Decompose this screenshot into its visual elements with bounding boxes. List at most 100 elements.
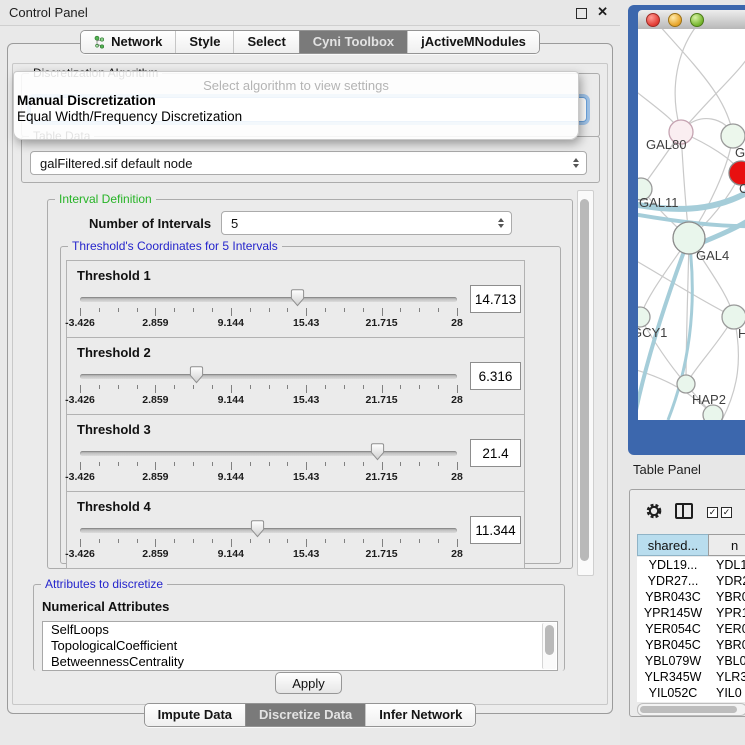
attribute-item-selfloops[interactable]: SelfLoops (43, 622, 557, 638)
slider-scale-label: 15.43 (293, 317, 319, 329)
tab-style[interactable]: Style (175, 31, 233, 53)
threshold-4-slider[interactable] (80, 528, 457, 533)
settings-scrollbar-thumb[interactable] (580, 199, 589, 561)
top-tab-bar: Network StyleSelectCyni Toolbox jActiveMNo… (0, 30, 620, 54)
threshold-1-value-field[interactable]: 14.713 (470, 285, 521, 313)
table-horizontal-scrollbar[interactable] (637, 703, 745, 716)
thresholds-group-title: Threshold's Coordinates for 5 Intervals (68, 239, 282, 253)
algorithm-option-manual-discretization[interactable]: Manual Discretization (14, 93, 578, 109)
threshold-2-panel: Threshold 2-3.4262.8599.14415.4321.71528… (66, 337, 525, 415)
network-window-titlebar[interactable] (638, 10, 745, 30)
network-node[interactable] (677, 375, 695, 393)
table-data-group: Table Data galFiltered.sif default node (21, 136, 600, 183)
threshold-1-slider[interactable] (80, 297, 457, 302)
tab-label: jActiveMNodules (421, 34, 526, 49)
slider-scale-label: 9.144 (218, 548, 244, 560)
cell-shared-name: YER054C (637, 622, 709, 636)
attributes-list-scrollbar-thumb[interactable] (545, 625, 554, 655)
table-row[interactable]: YBL079WYBL0 (637, 653, 745, 669)
tab-label: Infer Network (379, 707, 462, 722)
threshold-4-slider-thumb[interactable] (250, 520, 265, 541)
threshold-3-slider[interactable] (80, 451, 457, 456)
close-icon[interactable]: ✕ (597, 4, 608, 20)
algorithm-option-equal-width-frequency-discretization[interactable]: Equal Width/Frequency Discretization (14, 109, 578, 125)
attributes-group-title: Attributes to discretize (41, 577, 167, 591)
table-row[interactable]: YDL19...YDL1 (637, 557, 745, 573)
threshold-3-slider-thumb[interactable] (370, 443, 385, 464)
numerical-attributes-list[interactable]: SelfLoopsTopologicalCoefficientBetweenne… (42, 621, 558, 671)
threshold-1-slider-thumb[interactable] (290, 289, 305, 310)
table-row[interactable]: YBR043CYBR0 (637, 589, 745, 605)
algorithm-popup-prompt: Select algorithm to view settings (14, 78, 578, 93)
attributes-list-scrollbar[interactable] (542, 623, 556, 669)
close-traffic-light-icon[interactable] (646, 13, 660, 27)
slider-scale-label: 21.715 (366, 471, 398, 483)
slider-scale-label: 2.859 (142, 394, 168, 406)
tab-discretize-data[interactable]: Discretize Data (245, 704, 365, 726)
minimize-traffic-light-icon[interactable] (668, 13, 682, 27)
apply-button[interactable]: Apply (275, 672, 342, 694)
table-row[interactable]: YDR27...YDR2 (637, 573, 745, 589)
tab-jactivemnodules[interactable]: jActiveMNodules (407, 31, 539, 53)
checkbox-icon[interactable]: ✓ (707, 507, 718, 518)
table-row[interactable]: YLR345WYLR3 (637, 669, 745, 685)
table-horizontal-scrollbar-thumb[interactable] (640, 706, 737, 713)
table-panel-toolbar: ✓ ✓ (630, 496, 745, 526)
threshold-3-value-field[interactable]: 21.4 (470, 439, 521, 467)
network-node[interactable] (638, 307, 650, 327)
interval-definition-group-title: Interval Definition (55, 192, 156, 206)
network-canvas[interactable]: GAL80GACGAL11GAL4GCY1HHAP2 (638, 29, 745, 420)
threshold-4-value-field[interactable]: 11.344 (470, 516, 521, 544)
cell-shared-name: YIL052C (637, 686, 709, 700)
tab-impute-data[interactable]: Impute Data (145, 704, 245, 726)
tab-label: Network (111, 34, 162, 49)
cell-name: YBR0 (709, 590, 745, 604)
attribute-item-topologicalcoefficient[interactable]: TopologicalCoefficient (43, 638, 557, 654)
threshold-2-slider[interactable] (80, 374, 457, 379)
cell-name: YIL0 (709, 686, 742, 700)
control-panel-titlebar: Control Panel ✕ (0, 0, 620, 26)
threshold-2-label: Threshold 2 (77, 345, 151, 360)
attribute-item-betweennesscentrality[interactable]: BetweennessCentrality (43, 654, 557, 670)
table-row[interactable]: YPR145WYPR1 (637, 605, 745, 621)
table-panel: ✓ ✓ shared... n YDL19...YDL1YDR27...YDR2… (629, 489, 745, 717)
threshold-2-value-field[interactable]: 6.316 (470, 362, 521, 390)
cell-name: YER0 (709, 622, 745, 636)
slider-ticks (80, 385, 457, 395)
attributes-group: Attributes to discretize Numerical Attri… (33, 584, 565, 671)
interval-definition-group: Interval Definition Number of Intervals … (47, 199, 573, 569)
slider-ticks (80, 308, 457, 318)
split-columns-icon[interactable] (675, 503, 693, 519)
table-row[interactable]: YBR045CYBR0 (637, 637, 745, 653)
cell-shared-name: YDR27... (637, 574, 709, 588)
table-row[interactable]: YIL052CYIL0 (637, 685, 745, 701)
slider-scale-label: 9.144 (218, 471, 244, 483)
checkbox-icon[interactable]: ✓ (721, 507, 732, 518)
table-data-combo-value: galFiltered.sif default node (40, 156, 192, 171)
table-panel-title: Table Panel (633, 462, 701, 477)
number-of-intervals-combo[interactable]: 5 (221, 211, 512, 235)
table-data-combo[interactable]: galFiltered.sif default node (30, 151, 587, 175)
application-window: Control Panel ✕ Network StyleSelectCyni T… (0, 0, 745, 745)
slider-scale-label: -3.426 (65, 471, 95, 483)
column-header-shared-name[interactable]: shared... (637, 534, 709, 556)
tab-infer-network[interactable]: Infer Network (365, 704, 475, 726)
float-window-icon[interactable] (576, 8, 587, 19)
zoom-traffic-light-icon[interactable] (690, 13, 704, 27)
threshold-3-panel: Threshold 3-3.4262.8599.14415.4321.71528… (66, 414, 525, 492)
network-icon (94, 35, 105, 49)
settings-scrollbar[interactable] (577, 190, 594, 576)
cell-name: YDR2 (709, 574, 745, 588)
threshold-2-slider-thumb[interactable] (189, 366, 204, 387)
network-node[interactable] (703, 405, 723, 420)
tab-select[interactable]: Select (233, 31, 298, 53)
slider-scale-label: 21.715 (366, 317, 398, 329)
column-header-name[interactable]: n (708, 534, 745, 556)
tab-cyni-toolbox[interactable]: Cyni Toolbox (299, 31, 407, 53)
cell-name: YBL0 (709, 654, 745, 668)
tab-network[interactable]: Network (81, 31, 175, 53)
gear-icon[interactable] (645, 502, 663, 523)
tab-label: Discretize Data (259, 707, 352, 722)
slider-scale-label: -3.426 (65, 394, 95, 406)
table-row[interactable]: YER054CYER0 (637, 621, 745, 637)
